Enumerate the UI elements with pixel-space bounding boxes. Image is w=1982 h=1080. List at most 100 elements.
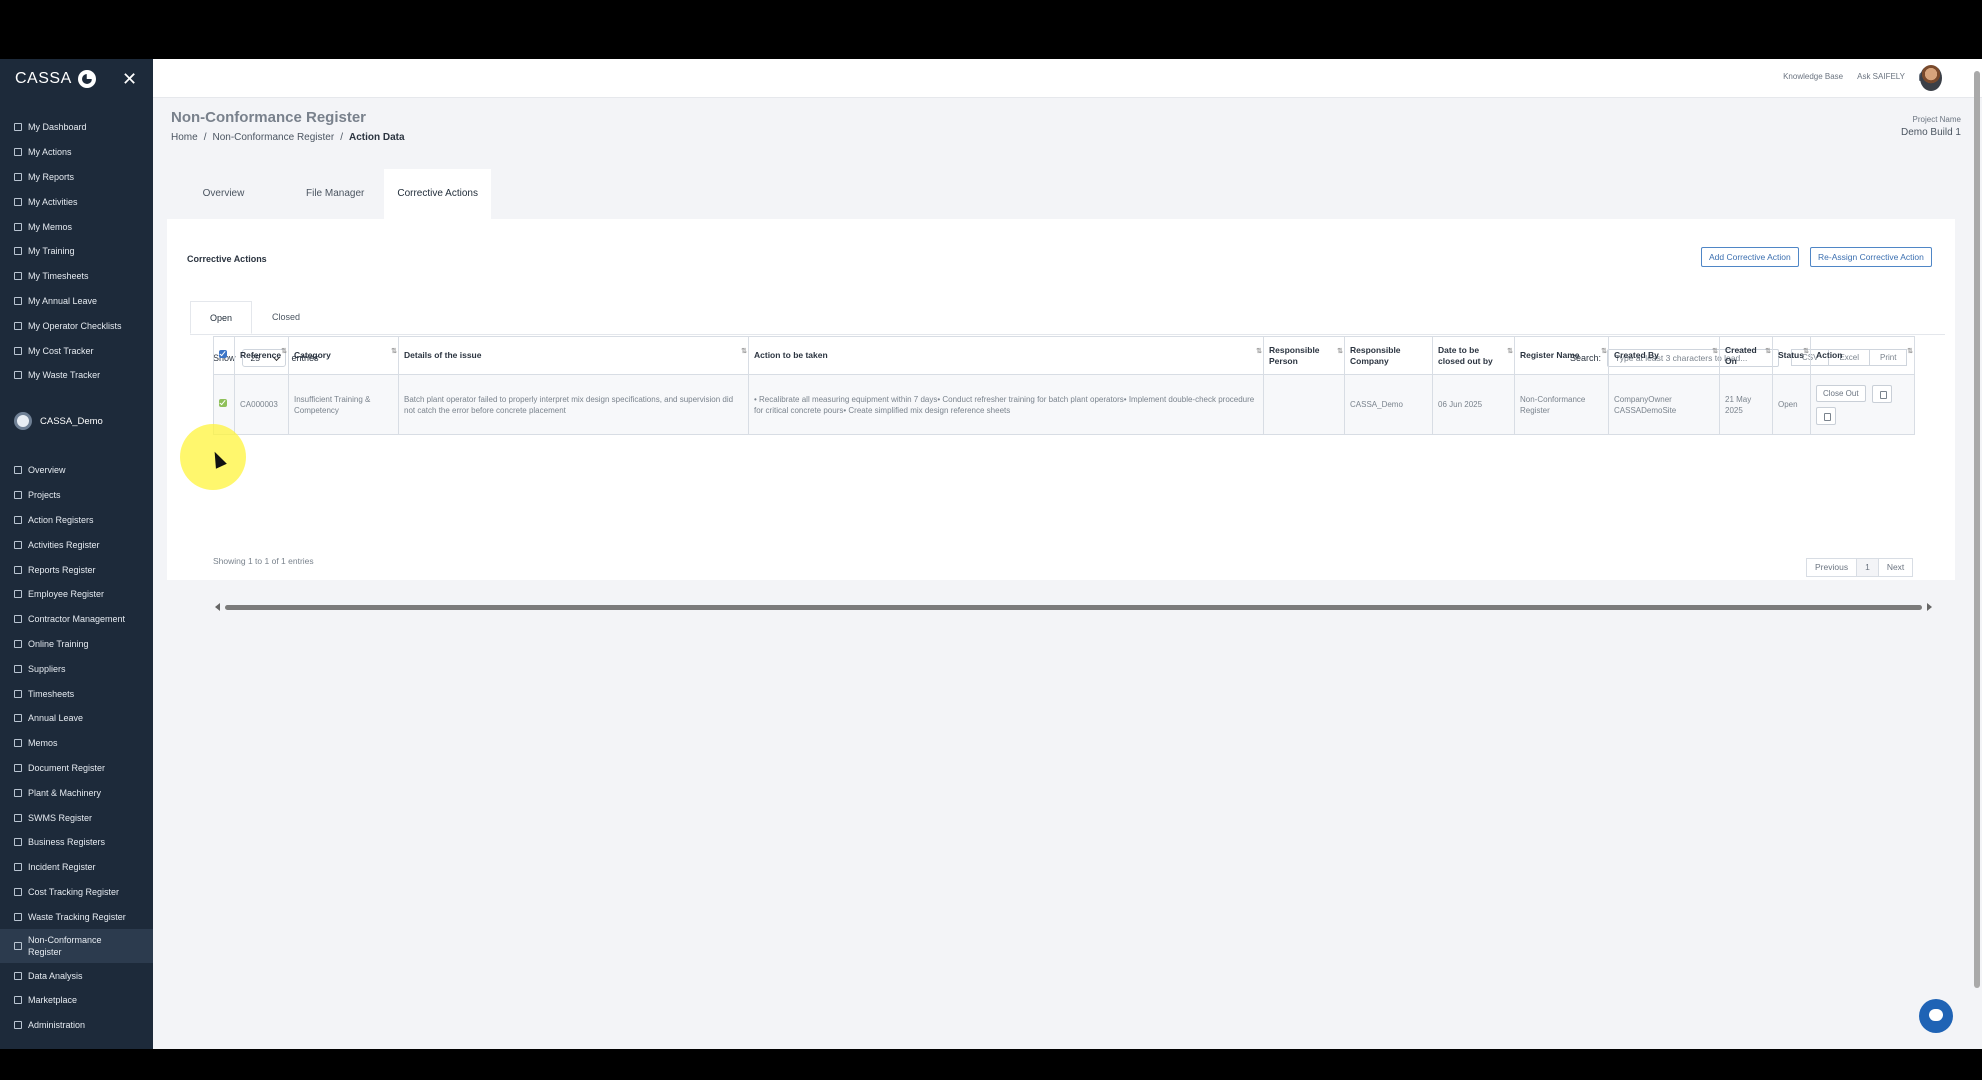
sidebar-item-label: My Reports bbox=[28, 171, 75, 182]
add-corrective-action-button[interactable]: Add Corrective Action bbox=[1701, 247, 1799, 267]
column-action-to-be-taken[interactable]: Action to be taken ⇅ bbox=[748, 336, 1264, 375]
sidebar-item-timesheets[interactable]: Timesheets bbox=[0, 681, 153, 706]
sidebar-item-non-conformance-register[interactable]: Non-Conformance Register bbox=[0, 929, 153, 964]
tab-closed[interactable]: Closed bbox=[252, 301, 320, 334]
vertical-scrollbar[interactable] bbox=[1974, 71, 1980, 1046]
delete-icon[interactable] bbox=[1816, 406, 1836, 425]
breadcrumb-home[interactable]: Home bbox=[171, 132, 198, 143]
next-button[interactable]: Next bbox=[1877, 558, 1914, 577]
scroll-right-icon[interactable] bbox=[1927, 603, 1932, 611]
breadcrumb-separator: / bbox=[203, 132, 207, 143]
cell-actions: Close Out bbox=[1810, 374, 1915, 435]
brand-logo-icon bbox=[77, 70, 96, 88]
tab-file-manager[interactable]: File Manager bbox=[260, 169, 384, 219]
column-action[interactable]: Action ⇅ bbox=[1810, 336, 1915, 375]
sidebar-item-label: Suppliers bbox=[28, 663, 66, 674]
sidebar-item-document-register[interactable]: Document Register bbox=[0, 756, 153, 781]
reassign-corrective-action-button[interactable]: Re-Assign Corrective Action bbox=[1810, 247, 1932, 267]
sidebar-item-label: Waste Tracking Register bbox=[28, 911, 126, 922]
sidebar-item-my-operator-checklists[interactable]: My Operator Checklists bbox=[0, 313, 153, 338]
sidebar-item-my-activities[interactable]: My Activities bbox=[0, 189, 153, 214]
sidebar-item-my-reports[interactable]: My Reports bbox=[0, 165, 153, 190]
column-created-on[interactable]: Created On ⇅ bbox=[1719, 336, 1773, 375]
sort-icon: ⇅ bbox=[1907, 348, 1913, 355]
column-reference[interactable]: Reference ⇅ bbox=[234, 336, 289, 375]
page-1-button[interactable]: 1 bbox=[1856, 558, 1879, 577]
sidebar-item-administration[interactable]: Administration bbox=[0, 1013, 153, 1038]
sidebar-item-employee-register[interactable]: Employee Register bbox=[0, 582, 153, 607]
sidebar-item-business-registers[interactable]: Business Registers bbox=[0, 830, 153, 855]
sidebar-item-swms-register[interactable]: SWMS Register bbox=[0, 805, 153, 830]
column-created-by[interactable]: Created By ⇅ bbox=[1608, 336, 1720, 375]
column-close-date[interactable]: Date to be closed out by ⇅ bbox=[1432, 336, 1515, 375]
sidebar-item-contractor-management[interactable]: Contractor Management bbox=[0, 607, 153, 632]
ask-saifely-link[interactable]: Ask SAIFELY bbox=[1857, 72, 1905, 81]
horizontal-scrollbar[interactable] bbox=[213, 602, 1934, 612]
select-all-cell[interactable] bbox=[213, 336, 235, 375]
tab-open[interactable]: Open bbox=[190, 301, 253, 334]
sidebar-item-my-actions[interactable]: My Actions bbox=[0, 140, 153, 165]
sidebar-item-label: SWMS Register bbox=[28, 812, 93, 823]
sidebar-item-action-registers[interactable]: Action Registers bbox=[0, 508, 153, 533]
sidebar-item-reports-register[interactable]: Reports Register bbox=[0, 557, 153, 582]
scrollbar-thumb[interactable] bbox=[225, 605, 1922, 610]
sidebar-item-label: My Operator Checklists bbox=[28, 320, 122, 331]
cell-category: Insufficient Training & Competency bbox=[288, 374, 399, 435]
org-switcher[interactable]: CASSA_Demo bbox=[14, 412, 103, 430]
sidebar-item-waste-tracking-register[interactable]: Waste Tracking Register bbox=[0, 904, 153, 929]
chat-icon[interactable] bbox=[1919, 999, 1953, 1033]
column-label: Created By bbox=[1614, 350, 1659, 360]
sidebar-item-my-annual-leave[interactable]: My Annual Leave bbox=[0, 289, 153, 314]
column-label: Responsible Person bbox=[1269, 344, 1320, 366]
previous-button[interactable]: Previous bbox=[1806, 558, 1858, 577]
sidebar-item-overview[interactable]: Overview bbox=[0, 458, 153, 483]
sidebar-item-label: Annual Leave bbox=[28, 713, 84, 724]
column-responsible-person[interactable]: Responsible Person ⇅ bbox=[1263, 336, 1345, 375]
scroll-left-icon[interactable] bbox=[215, 603, 220, 611]
sidebar-item-my-dashboard[interactable]: My Dashboard bbox=[0, 115, 153, 140]
knowledge-base-link[interactable]: Knowledge Base bbox=[1783, 72, 1843, 81]
table-row[interactable]: CA000003 Insufficient Training & Compete… bbox=[213, 374, 1915, 435]
edit-icon[interactable] bbox=[1871, 384, 1892, 403]
close-sidebar-icon[interactable]: ✕ bbox=[122, 69, 137, 90]
corrective-actions-table: Reference ⇅ Category ⇅ Details of the issu… bbox=[213, 336, 1915, 435]
sidebar-item-suppliers[interactable]: Suppliers bbox=[0, 656, 153, 681]
column-label: Category bbox=[294, 350, 331, 360]
sidebar-item-online-training[interactable]: Online Training bbox=[0, 632, 153, 657]
column-status[interactable]: Status ⇅ bbox=[1772, 336, 1811, 375]
sidebar-item-data-analysis[interactable]: Data Analysis bbox=[0, 963, 153, 988]
dashboard-icon bbox=[14, 123, 22, 132]
sidebar-item-label: Timesheets bbox=[28, 688, 75, 699]
page-title: Non-Conformance Register bbox=[171, 109, 367, 126]
sidebar-item-my-training[interactable]: My Training bbox=[0, 239, 153, 264]
row-checkbox[interactable] bbox=[219, 399, 227, 407]
sidebar-item-my-waste-tracker[interactable]: My Waste Tracker bbox=[0, 363, 153, 388]
sidebar-item-activities-register[interactable]: Activities Register bbox=[0, 532, 153, 557]
sidebar-item-marketplace[interactable]: Marketplace bbox=[0, 988, 153, 1013]
user-avatar[interactable] bbox=[1920, 65, 1942, 91]
sidebar-item-my-cost-tracker[interactable]: My Cost Tracker bbox=[0, 338, 153, 363]
sidebar-item-cost-tracking-register[interactable]: Cost Tracking Register bbox=[0, 880, 153, 905]
cell-responsible-person bbox=[1263, 374, 1345, 435]
sidebar-item-label: Marketplace bbox=[28, 995, 78, 1006]
column-label: Reference bbox=[240, 350, 282, 360]
waste-icon bbox=[14, 371, 22, 380]
close-out-button[interactable]: Close Out bbox=[1816, 384, 1866, 402]
column-details[interactable]: Details of the issue ⇅ bbox=[398, 336, 749, 375]
sidebar-item-incident-register[interactable]: Incident Register bbox=[0, 855, 153, 880]
sidebar-item-memos[interactable]: Memos bbox=[0, 731, 153, 756]
column-category[interactable]: Category ⇅ bbox=[288, 336, 399, 375]
cart-icon bbox=[14, 996, 22, 1005]
sidebar-item-plant-machinery[interactable]: Plant & Machinery bbox=[0, 780, 153, 805]
sidebar-item-my-memos[interactable]: My Memos bbox=[0, 214, 153, 239]
sidebar-item-projects[interactable]: Projects bbox=[0, 483, 153, 508]
breadcrumb-register[interactable]: Non-Conformance Register bbox=[212, 132, 334, 143]
select-all-checkbox[interactable] bbox=[219, 350, 227, 358]
column-responsible-company[interactable]: Responsible Company bbox=[1344, 336, 1433, 375]
tab-overview[interactable]: Overview bbox=[187, 169, 260, 219]
sidebar-item-annual-leave[interactable]: Annual Leave bbox=[0, 706, 153, 731]
tab-corrective-actions[interactable]: Corrective Actions bbox=[384, 169, 491, 219]
vertical-scrollbar-thumb[interactable] bbox=[1974, 71, 1980, 988]
column-register-name[interactable]: Register Name ⇅ bbox=[1514, 336, 1609, 375]
sidebar-item-my-timesheets[interactable]: My Timesheets bbox=[0, 264, 153, 289]
